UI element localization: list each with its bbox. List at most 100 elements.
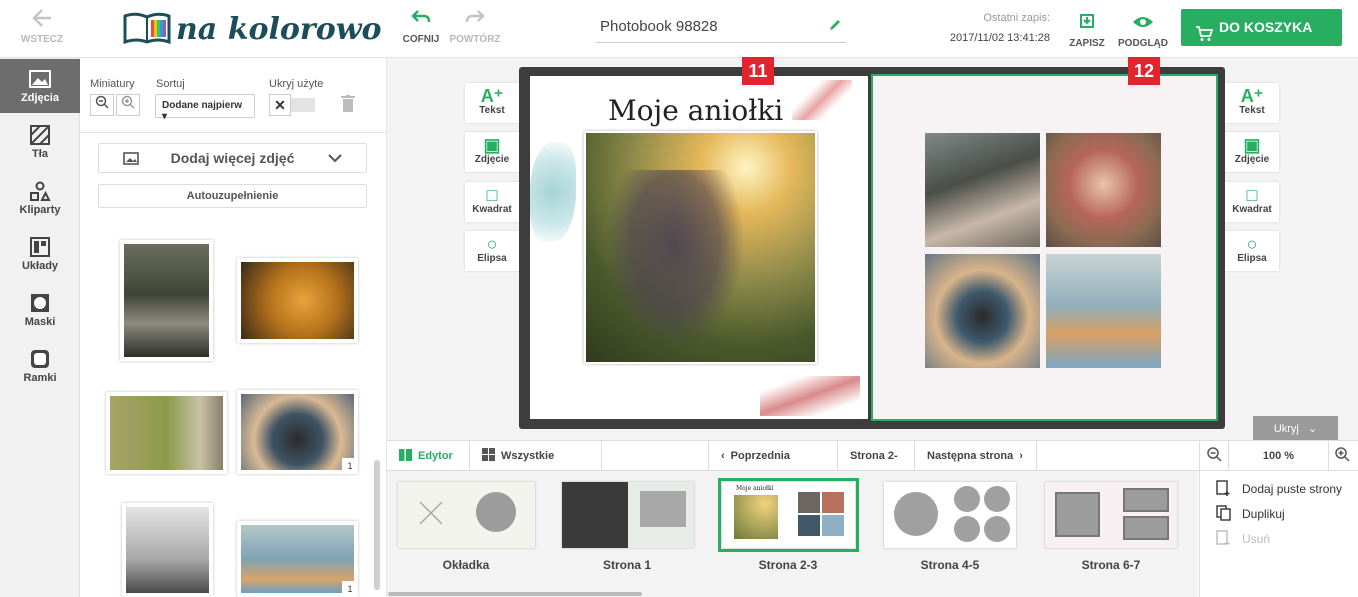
photo-frame[interactable] (925, 254, 1040, 368)
page-title-text[interactable]: Moje aniołki (608, 94, 783, 127)
zoom-level: 100 % (1229, 441, 1329, 471)
thumbnails-label: Miniatury (90, 78, 135, 90)
zoom-out-button[interactable] (1199, 441, 1229, 471)
add-ellipse-tool[interactable]: ○ Elipsa (1225, 231, 1279, 271)
photo-frame[interactable] (1046, 133, 1161, 247)
logo-text: na kolorowo (176, 12, 382, 47)
redo-icon (448, 8, 502, 30)
strip-scrollbar[interactable] (388, 592, 642, 596)
photo-thumbnail-bed[interactable]: 1 (237, 521, 358, 597)
chevron-left-icon: ‹ (721, 450, 725, 462)
photo-frame[interactable] (925, 133, 1040, 247)
editor-tab[interactable]: Edytor (387, 441, 470, 471)
placeholder-rect (1123, 488, 1169, 512)
previous-page-button[interactable]: ‹Poprzednia strona (708, 441, 838, 492)
project-title-input[interactable] (596, 12, 816, 41)
page-right-selected[interactable] (871, 74, 1218, 421)
add-blank-label: Dodaj puste strony (1242, 482, 1343, 496)
redo-button[interactable]: POWTÓRZ (448, 8, 502, 45)
tool-label: Zdjęcie (474, 154, 510, 165)
chevron-down-icon (328, 154, 342, 163)
spread-label: Strona 6-7 (1081, 558, 1141, 572)
spread-thumbnail-page-6-7[interactable] (1045, 482, 1177, 548)
hide-used-label: Ukryj użyte (269, 78, 324, 90)
add-photo-tool[interactable]: ▣ Zdjęcie (465, 132, 519, 172)
chevron-down-icon: ⌄ (1307, 422, 1318, 435)
add-blank-pages-button[interactable]: Dodaj puste strony (1216, 480, 1342, 496)
chevron-right-icon: › (1019, 450, 1023, 462)
add-more-photos-button[interactable]: Dodaj więcej zdjęć (98, 143, 367, 173)
zoom-in-thumbnails-button[interactable] (116, 94, 140, 116)
last-save-label: Ostatni zapis: (983, 12, 1050, 24)
add-photo-tool[interactable]: ▣ Zdjęcie (1225, 132, 1279, 172)
photo-thumbnail-field[interactable] (106, 392, 227, 474)
next-page-button[interactable]: Następna strona › (915, 441, 1037, 471)
pencil-icon[interactable] (828, 18, 842, 37)
spread-thumbnail-page-4-5[interactable] (884, 482, 1016, 548)
add-text-tool[interactable]: A⁺ Tekst (465, 83, 519, 123)
add-square-tool[interactable]: □ Kwadrat (1225, 182, 1279, 222)
add-square-tool[interactable]: □ Kwadrat (465, 182, 519, 222)
photo (126, 507, 209, 593)
add-to-cart-button[interactable]: DO KOSZYKA (1181, 9, 1342, 46)
photo (110, 396, 223, 470)
placeholder-cross-icon (419, 501, 443, 525)
save-button[interactable]: ZAPISZ (1066, 12, 1108, 49)
photo-thumbnail-camera[interactable]: 1 (237, 390, 358, 474)
top-bar: WSTECZ na kolorowo COFNIJ POWTÓRZ Ostatn… (0, 0, 1358, 58)
hide-used-toggle[interactable]: ✕ (269, 94, 315, 116)
photo-frame[interactable] (1046, 254, 1161, 368)
duplicate-icon (1216, 505, 1231, 521)
frame-icon (31, 350, 49, 368)
spread-thumbnail-page-1[interactable] (562, 482, 694, 548)
used-count-badge: 1 (342, 581, 358, 597)
photo-thumbnail-photographer[interactable] (122, 503, 213, 597)
rail-item-layouts[interactable]: Układy (0, 227, 80, 281)
trash-icon[interactable] (341, 95, 355, 113)
page-add-icon (1216, 480, 1230, 496)
delete-button[interactable]: Usuń (1216, 530, 1270, 546)
rail-item-backgrounds[interactable]: Tła (0, 115, 80, 169)
add-ellipse-tool[interactable]: ○ Elipsa (465, 231, 519, 271)
undo-button[interactable]: COFNIJ (400, 8, 442, 45)
logo[interactable]: na kolorowo (122, 8, 382, 48)
editor-icon (399, 449, 412, 461)
rail-label: Maski (24, 316, 56, 328)
project-title-field[interactable] (596, 12, 846, 43)
rail-item-photos[interactable]: Zdjęcia (0, 59, 80, 113)
panel-scrollbar[interactable] (374, 460, 380, 590)
spread-label: Strona 1 (602, 558, 651, 572)
image-icon (29, 70, 51, 88)
photo-thumbnail-bridge[interactable] (120, 240, 213, 361)
back-button[interactable]: WSTECZ (20, 8, 64, 45)
preview-label: PODGLĄD (1118, 38, 1168, 49)
placeholder-circle (894, 492, 938, 536)
tool-label: Kwadrat (472, 204, 512, 215)
preview-button[interactable]: PODGLĄD (1114, 12, 1172, 49)
feather-decoration (760, 376, 860, 416)
spread-thumbnail-page-2-3[interactable]: Moje aniołki (718, 478, 859, 552)
square-icon: □ (486, 185, 498, 205)
zoom-in-button[interactable] (1329, 441, 1358, 471)
rail-label: Kliparty (19, 204, 61, 216)
spread-thumbnail-cover[interactable] (398, 482, 535, 548)
ellipse-icon: ○ (486, 234, 498, 254)
placeholder-rect (640, 491, 686, 527)
dark-page (562, 482, 628, 548)
hide-strip-button[interactable]: Ukryj ⌄ (1253, 416, 1338, 440)
add-text-tool[interactable]: A⁺ Tekst (1225, 83, 1279, 123)
all-pages-tab[interactable]: Wszystkie strony (470, 441, 602, 492)
duplicate-button[interactable]: Duplikuj (1216, 505, 1285, 521)
shapes-icon (30, 181, 51, 201)
rail-item-cliparts[interactable]: Kliparty (0, 171, 80, 225)
tool-label: Elipsa (477, 253, 507, 264)
photo (241, 525, 354, 593)
rail-item-masks[interactable]: Maski (0, 283, 80, 337)
eye-icon (1114, 12, 1172, 34)
step-badge: 12 (1128, 57, 1160, 85)
zoom-out-thumbnails-button[interactable] (90, 94, 114, 116)
photo-thumbnail-sweater[interactable] (237, 258, 358, 343)
rail-item-frames[interactable]: Ramki (0, 339, 80, 393)
sort-select[interactable]: Dodane najpierw ▾ (155, 94, 255, 122)
autofill-button[interactable]: Autouzupełnienie (98, 184, 367, 208)
